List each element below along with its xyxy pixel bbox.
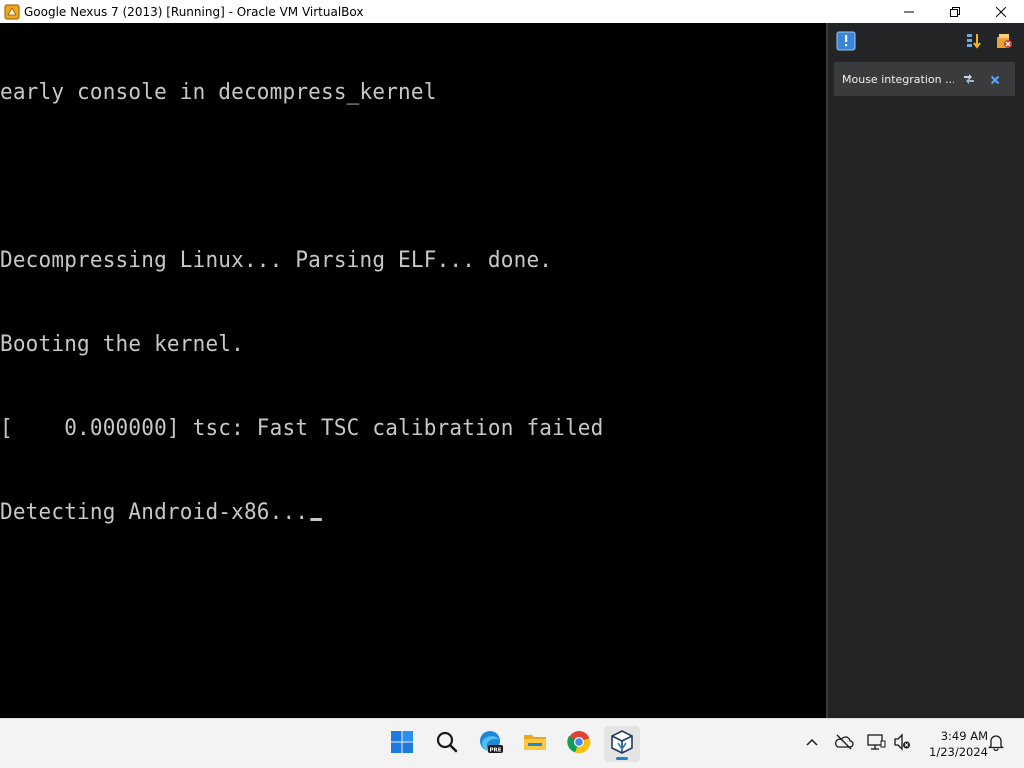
notifications-bell-icon bbox=[987, 733, 1005, 755]
volume-muted-icon bbox=[892, 732, 912, 756]
mouse-integration-toggle-icon bbox=[963, 70, 975, 89]
edge-preview-icon: PRE bbox=[478, 729, 504, 759]
notification-mouse-integration[interactable]: Mouse integration ... bbox=[834, 62, 1015, 96]
volume-button[interactable] bbox=[892, 732, 912, 756]
notification-close-button[interactable] bbox=[984, 68, 1006, 90]
restore-button[interactable] bbox=[932, 0, 978, 23]
console-line-text: Detecting Android-x86... bbox=[0, 500, 309, 525]
active-app-indicator bbox=[616, 757, 628, 760]
virtualbox-taskbar-button[interactable] bbox=[604, 726, 640, 762]
clear-all-icon bbox=[995, 32, 1013, 54]
close-icon bbox=[995, 2, 1007, 21]
onedrive-button[interactable] bbox=[834, 734, 854, 754]
close-button[interactable] bbox=[978, 0, 1024, 23]
restore-icon bbox=[950, 2, 960, 21]
console-line: Booting the kernel. bbox=[0, 332, 244, 357]
notification-text: Mouse integration ... bbox=[842, 72, 954, 86]
boot-console: early console in decompress_kernel Decom… bbox=[0, 23, 603, 583]
show-hidden-icons-button[interactable] bbox=[802, 734, 822, 754]
text-cursor bbox=[310, 518, 322, 521]
onedrive-icon bbox=[834, 732, 854, 756]
start-icon bbox=[390, 730, 414, 758]
console-line: [ 0.000000] tsc: Fast TSC calibration fa… bbox=[0, 416, 604, 441]
file-explorer-button[interactable] bbox=[517, 726, 553, 762]
window-title: Google Nexus 7 (2013) [Running] - Oracle… bbox=[24, 4, 364, 19]
sort-button[interactable] bbox=[964, 33, 984, 53]
chrome-button[interactable] bbox=[561, 726, 597, 762]
clock-time: 3:49 AM bbox=[940, 729, 988, 743]
window-controls bbox=[886, 0, 1024, 23]
chrome-icon bbox=[566, 729, 592, 759]
console-line: Decompressing Linux... Parsing ELF... do… bbox=[0, 248, 553, 273]
notification-center-pane: Mouse integration ... bbox=[826, 23, 1024, 718]
sort-icon bbox=[965, 32, 983, 54]
notification-center-icon bbox=[836, 31, 856, 55]
network-button[interactable] bbox=[866, 734, 886, 754]
edge-preview-button[interactable]: PRE bbox=[473, 726, 509, 762]
console-line: early console in decompress_kernel bbox=[0, 80, 437, 105]
minimize-icon bbox=[904, 2, 914, 21]
virtualbox-icon bbox=[609, 729, 635, 759]
notification-toolbar bbox=[828, 23, 1024, 61]
vm-display[interactable]: early console in decompress_kernel Decom… bbox=[0, 23, 826, 718]
notifications-button[interactable] bbox=[986, 734, 1006, 754]
start-button[interactable] bbox=[384, 726, 420, 762]
svg-text:PRE: PRE bbox=[489, 748, 501, 754]
search-icon bbox=[435, 730, 459, 758]
mouse-integration-toggle-button[interactable] bbox=[958, 68, 980, 90]
window-titlebar[interactable]: Google Nexus 7 (2013) [Running] - Oracle… bbox=[0, 0, 1024, 23]
close-icon bbox=[990, 70, 1000, 89]
minimize-button[interactable] bbox=[886, 0, 932, 23]
virtualbox-vm-icon[interactable] bbox=[4, 4, 20, 20]
notification-center-button[interactable] bbox=[836, 31, 856, 55]
network-icon bbox=[866, 732, 886, 756]
file-explorer-icon bbox=[522, 729, 548, 759]
clear-all-button[interactable] bbox=[994, 33, 1014, 53]
clock-date: 1/23/2024 bbox=[929, 745, 988, 759]
search-button[interactable] bbox=[429, 726, 465, 762]
console-line-current: Detecting Android-x86... bbox=[0, 499, 603, 527]
taskbar-clock[interactable]: 3:49 AM 1/23/2024 bbox=[918, 728, 988, 760]
taskbar: PRE 3:49 AM 1/23/2024 bbox=[0, 718, 1024, 768]
show-hidden-icons-icon bbox=[805, 735, 819, 754]
